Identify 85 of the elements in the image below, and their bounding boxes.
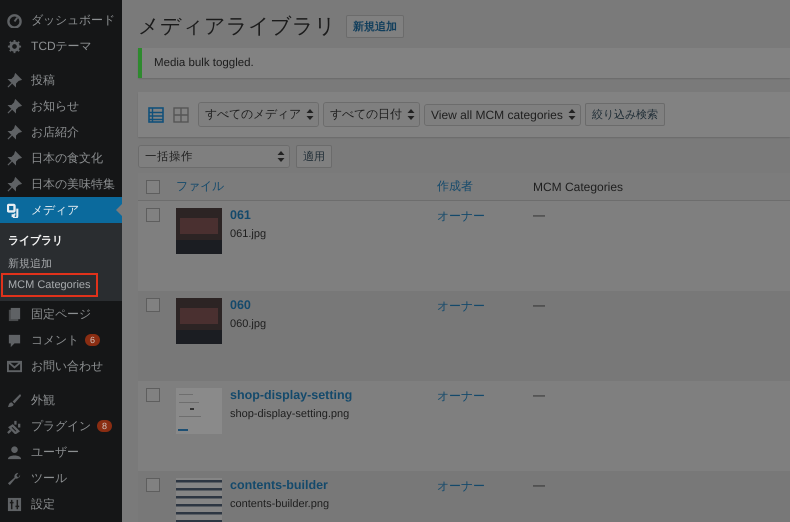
sidebar-label: お問い合わせ (31, 358, 103, 374)
pin-icon (7, 98, 22, 114)
sidebar-label: 外観 (31, 392, 55, 408)
filter-button[interactable]: 絞り込み検索 (584, 103, 665, 126)
pages-icon (7, 306, 22, 322)
select-all-checkbox[interactable] (146, 180, 160, 194)
sort-arrows-icon (407, 109, 415, 120)
sidebar-label: ツール (31, 470, 67, 486)
photo-placeholder (176, 208, 222, 254)
speech-bubble-icon (7, 332, 22, 348)
grid-view-icon[interactable] (173, 106, 189, 122)
lines-thumbnail (176, 478, 222, 522)
row-checkbox[interactable] (146, 208, 160, 222)
wrench-icon (7, 470, 22, 486)
categories-cell: — (533, 298, 545, 312)
row-checkbox[interactable] (146, 478, 160, 492)
apply-button[interactable]: 適用 (296, 145, 332, 168)
file-name: shop-display-setting.png (230, 408, 350, 420)
sort-arrows-icon (568, 109, 576, 120)
sidebar-item[interactable]: お知らせ (0, 93, 122, 119)
column-header: MCM Categories (533, 180, 624, 194)
categories-cell: — (533, 388, 545, 402)
gear-icon (7, 38, 22, 54)
sidebar-label: TCDテーマ (31, 38, 92, 54)
sidebar-label: コメント (31, 332, 79, 348)
row-checkbox[interactable] (146, 388, 160, 402)
categories-cell: — (533, 208, 545, 222)
sort-arrows-icon (277, 151, 285, 162)
user-icon (7, 444, 22, 460)
screenshot-thumbnail (176, 388, 222, 434)
sidebar-item[interactable]: 外観 (0, 387, 122, 413)
submenu-item[interactable]: MCM Categories (3, 275, 96, 295)
pin-icon (7, 176, 22, 192)
filter-dropdown[interactable]: View all MCM categories (424, 104, 581, 126)
count-badge: 8 (97, 420, 112, 432)
sidebar-label: 投稿 (31, 72, 55, 88)
sidebar-label: お知らせ (31, 98, 79, 114)
sidebar-label: ユーザー (31, 444, 79, 460)
count-badge: 6 (85, 334, 100, 346)
submenu-item[interactable]: ライブラリ (3, 229, 68, 252)
sidebar-item[interactable]: TCDテーマ (0, 33, 122, 59)
sidebar-label: プラグイン (31, 418, 91, 434)
sidebar-label: 固定ページ (31, 306, 91, 322)
sidebar-item[interactable]: 設定 (0, 491, 122, 517)
pin-icon (7, 72, 22, 88)
sidebar-item[interactable]: ダッシュボード (0, 7, 122, 33)
notice-message: Media bulk toggled. (138, 48, 790, 78)
filter-dropdown[interactable]: すべてのメディア (198, 102, 319, 127)
page-title: メディアライブラリ (138, 14, 336, 40)
sort-arrows-icon (306, 109, 314, 120)
row-checkbox[interactable] (146, 298, 160, 312)
sidebar-label: 日本の美味特集 (31, 176, 115, 192)
photo-placeholder (176, 298, 222, 344)
list-view-icon[interactable] (148, 106, 164, 122)
categories-cell: — (533, 478, 545, 492)
envelope-icon (7, 358, 22, 374)
pin-icon (7, 150, 22, 166)
sidebar-item[interactable]: プラグイン 8 (0, 413, 122, 439)
sidebar-item[interactable]: 固定ページ (0, 301, 122, 327)
sidebar-item[interactable]: コメント 6 (0, 327, 122, 353)
sidebar-item[interactable]: ユーザー (0, 439, 122, 465)
filter-dropdown[interactable]: すべての日付 (323, 102, 420, 127)
pin-icon (7, 124, 22, 140)
dashboard-icon (7, 12, 22, 28)
plug-icon (7, 418, 22, 434)
file-name: contents-builder.png (230, 498, 330, 510)
sidebar-label: ダッシュボード (31, 12, 115, 28)
sidebar-item[interactable]: ツール (0, 465, 122, 491)
sidebar-item[interactable]: 日本の食文化 (0, 145, 122, 171)
add-new-button[interactable]: 新規追加 (346, 14, 404, 38)
sidebar-item[interactable]: 日本の美味特集 (0, 171, 122, 197)
file-name: 061.jpg (230, 228, 266, 240)
sidebar-label: メディア (31, 202, 79, 218)
sidebar-label: お店紹介 (31, 124, 79, 140)
submenu-item[interactable]: 新規追加 (3, 252, 57, 275)
sidebar-label: 設定 (31, 496, 55, 512)
bulk-action-dropdown[interactable]: 一括操作 (138, 145, 290, 168)
sidebar-item[interactable]: お問い合わせ (0, 353, 122, 379)
brush-icon (7, 392, 22, 408)
sidebar-item[interactable]: お店紹介 (0, 119, 122, 145)
sliders-icon (7, 496, 22, 512)
sidebar-item[interactable]: 投稿 (0, 67, 122, 93)
sidebar-item[interactable]: メディア (0, 197, 122, 223)
file-name: 060.jpg (230, 318, 266, 330)
sidebar-label: 日本の食文化 (31, 150, 103, 166)
